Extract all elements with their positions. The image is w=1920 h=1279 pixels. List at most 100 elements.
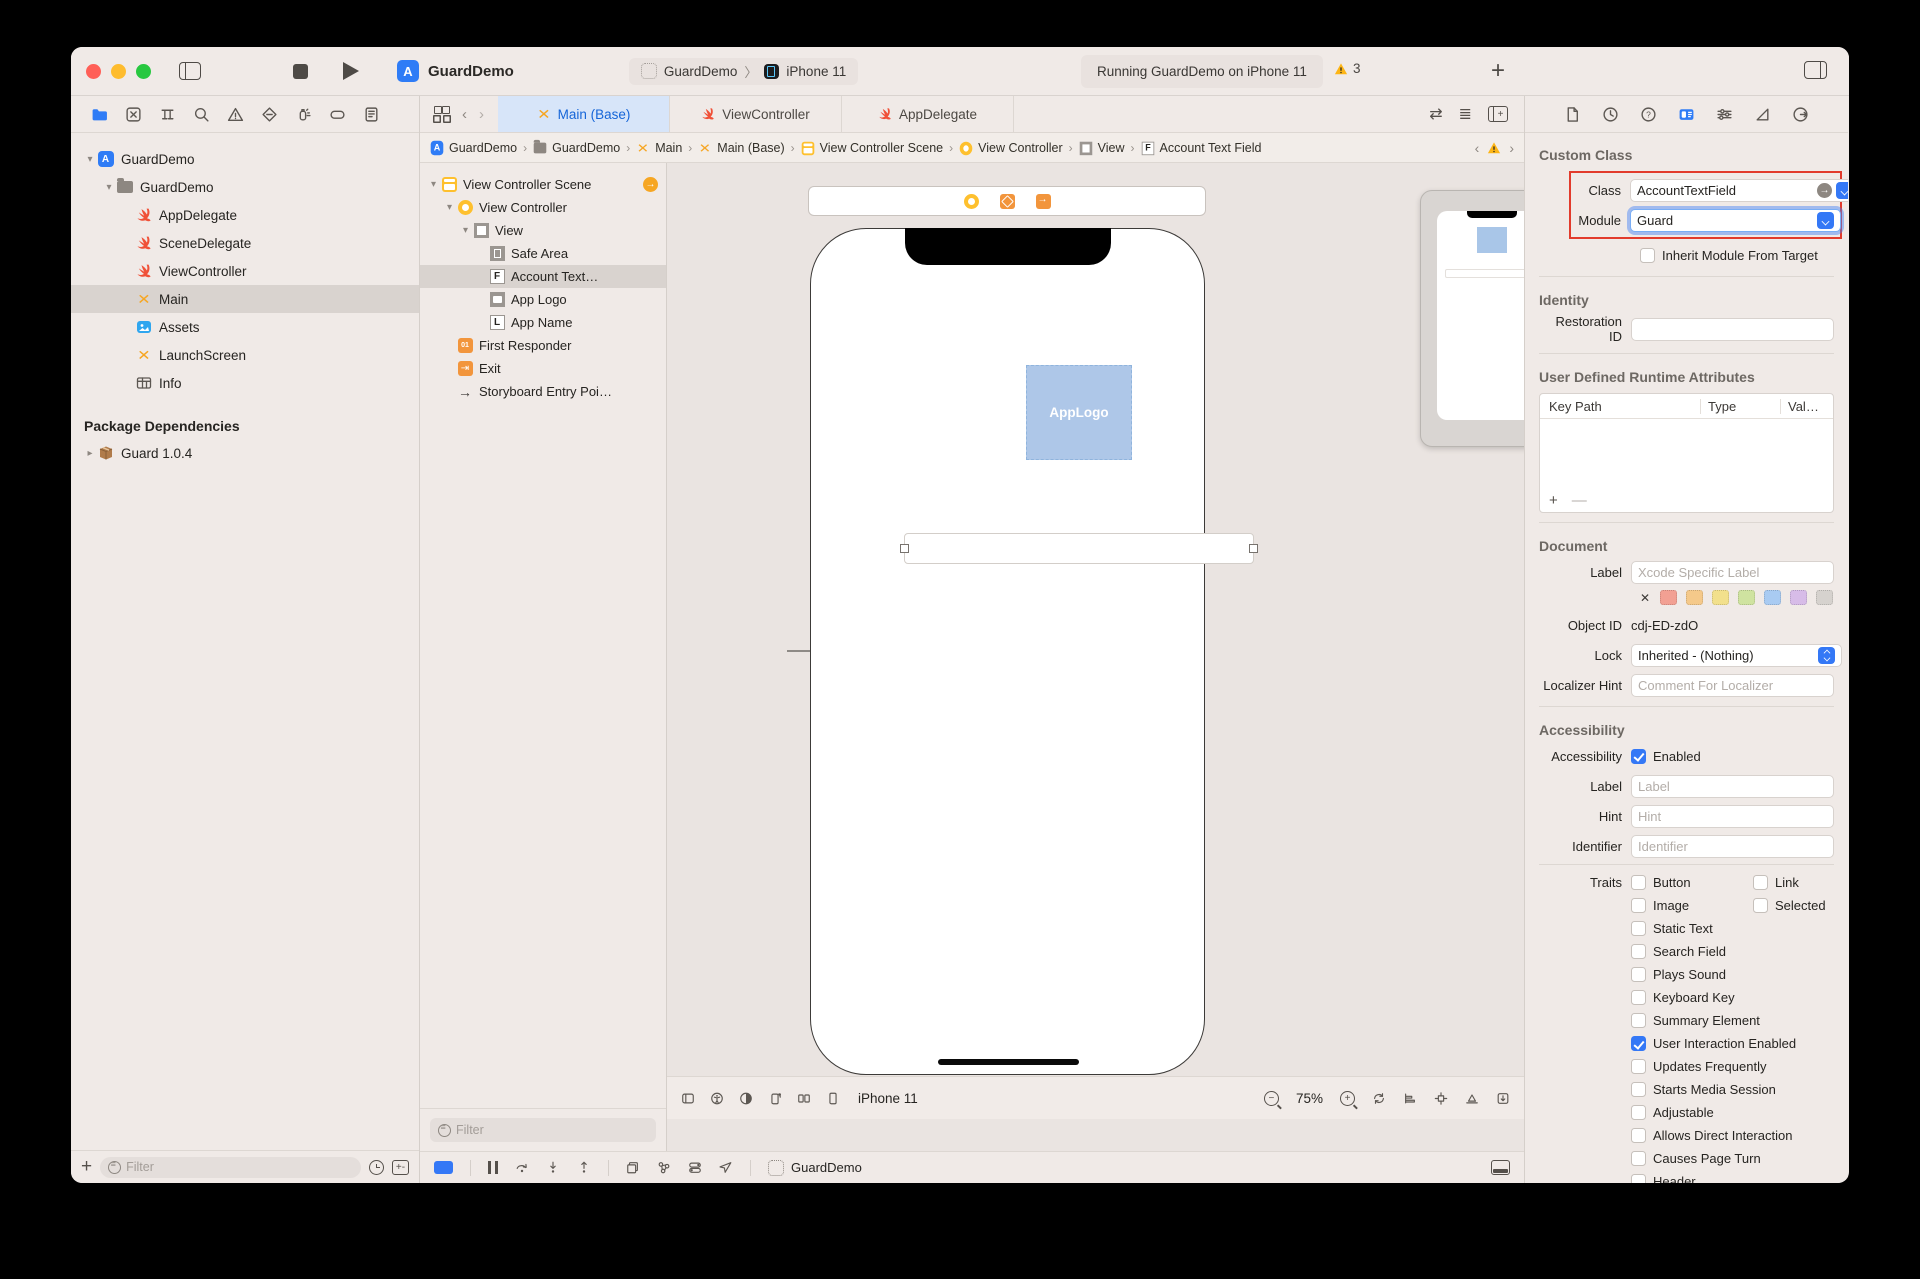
a11y-identifier-input[interactable] bbox=[1638, 838, 1827, 854]
resize-handle-right[interactable] bbox=[1249, 544, 1258, 553]
color-swatch[interactable] bbox=[1712, 590, 1730, 605]
warning-icon[interactable] bbox=[1487, 141, 1501, 155]
step-out-icon[interactable] bbox=[577, 1161, 591, 1175]
trait-image[interactable]: Image bbox=[1631, 898, 1753, 913]
color-swatch[interactable] bbox=[1660, 590, 1678, 605]
tab-viewcontroller[interactable]: ViewController bbox=[670, 96, 842, 132]
outline-filter[interactable] bbox=[430, 1118, 656, 1142]
trait-plays-sound[interactable]: Plays Sound bbox=[1631, 967, 1726, 982]
zoom-level[interactable]: 75% bbox=[1296, 1091, 1323, 1106]
device-icon[interactable] bbox=[826, 1091, 840, 1105]
disclosure-triangle[interactable]: ▾ bbox=[458, 225, 473, 236]
outline-item-storyboard-entry-poi-[interactable]: → Storyboard Entry Poi… bbox=[420, 380, 666, 403]
exit-dock-icon[interactable] bbox=[1035, 193, 1051, 209]
trait-keyboard-key[interactable]: Keyboard Key bbox=[1631, 990, 1735, 1005]
color-swatch[interactable] bbox=[1764, 590, 1782, 605]
udra-table[interactable]: Key Path Type Val… + — bbox=[1539, 393, 1834, 513]
breakpoints-toggle[interactable] bbox=[434, 1161, 453, 1174]
scheme-selector[interactable]: GuardDemo 〉 iPhone 11 bbox=[628, 57, 859, 85]
next-issue-icon[interactable]: › bbox=[1509, 140, 1514, 156]
outline-filter-input[interactable] bbox=[456, 1123, 648, 1137]
toggle-navigator-icon[interactable] bbox=[179, 62, 201, 80]
module-field[interactable] bbox=[1630, 208, 1841, 232]
navigator-filter-input[interactable] bbox=[126, 1160, 353, 1174]
search-icon[interactable] bbox=[193, 106, 210, 123]
trait-checkbox[interactable] bbox=[1631, 875, 1646, 890]
trait-selected[interactable]: Selected bbox=[1753, 898, 1826, 913]
scm-status-filter-icon[interactable]: +- bbox=[392, 1159, 409, 1175]
localizer-hint-field[interactable] bbox=[1631, 673, 1834, 697]
pause-icon[interactable] bbox=[488, 1161, 498, 1174]
disclosure-triangle[interactable]: ▸ bbox=[83, 448, 97, 459]
scheme-destination[interactable]: iPhone 11 bbox=[786, 64, 846, 79]
forward-button[interactable]: › bbox=[479, 106, 484, 123]
trait-updates-frequently[interactable]: Updates Frequently bbox=[1631, 1059, 1766, 1074]
module-input[interactable] bbox=[1637, 212, 1813, 228]
jumpbar-segment[interactable]: View bbox=[1079, 141, 1125, 155]
restoration-id-field[interactable] bbox=[1631, 317, 1834, 341]
symbols-icon[interactable] bbox=[159, 106, 176, 123]
view-controller-dock-icon[interactable] bbox=[963, 193, 979, 209]
outline-item-safe-area[interactable]: Safe Area bbox=[420, 242, 666, 265]
appearance-icon[interactable] bbox=[739, 1091, 753, 1105]
step-over-icon[interactable] bbox=[515, 1161, 529, 1175]
debug-icon[interactable] bbox=[295, 106, 312, 123]
trait-checkbox[interactable] bbox=[1631, 1128, 1646, 1143]
iphone-scene[interactable]: AppLogo bbox=[810, 228, 1258, 1075]
trait-button[interactable]: Button bbox=[1631, 875, 1753, 890]
tests-icon[interactable] bbox=[261, 106, 278, 123]
resize-handle-left[interactable] bbox=[900, 544, 909, 553]
disclosure-triangle[interactable]: ▾ bbox=[442, 202, 457, 213]
new-tab-button[interactable]: + bbox=[1491, 57, 1505, 85]
trait-checkbox[interactable] bbox=[1631, 1151, 1646, 1166]
identity-inspector-icon[interactable] bbox=[1678, 106, 1695, 123]
close-window-button[interactable] bbox=[86, 63, 101, 79]
trait-checkbox[interactable] bbox=[1631, 1105, 1646, 1120]
color-swatch[interactable] bbox=[1816, 590, 1834, 605]
navigator-item-guarddemo[interactable]: ▾ GuardDemo bbox=[71, 173, 419, 201]
jumpbar-segment[interactable]: F Account Text Field bbox=[1141, 141, 1261, 155]
minimize-window-button[interactable] bbox=[111, 63, 126, 79]
class-input[interactable] bbox=[1637, 182, 1813, 198]
navigator-item-info[interactable]: Info bbox=[71, 369, 419, 397]
disclosure-triangle[interactable]: ▾ bbox=[102, 182, 116, 193]
add-constraints-icon[interactable] bbox=[1434, 1091, 1448, 1105]
no-color-icon[interactable]: ✕ bbox=[1640, 591, 1650, 605]
jumpbar-segment[interactable]: ✕ Main bbox=[636, 140, 682, 155]
trait-checkbox[interactable] bbox=[1631, 1013, 1646, 1028]
navigator-item-viewcontroller[interactable]: ViewController bbox=[71, 257, 419, 285]
add-editor-icon[interactable]: + bbox=[1488, 106, 1508, 122]
toggle-inspector-icon[interactable] bbox=[1804, 61, 1827, 79]
trait-checkbox[interactable] bbox=[1631, 1082, 1646, 1097]
a11y-identifier-field[interactable] bbox=[1631, 834, 1834, 858]
outline-item-exit[interactable]: ⇥ Exit bbox=[420, 357, 666, 380]
orientation-icon[interactable] bbox=[768, 1091, 782, 1105]
udra-add-button[interactable]: + bbox=[1549, 492, 1558, 509]
history-inspector-icon[interactable] bbox=[1602, 106, 1619, 123]
reports-icon[interactable] bbox=[363, 106, 380, 123]
trait-allows-direct-interaction[interactable]: Allows Direct Interaction bbox=[1631, 1128, 1792, 1143]
related-items-icon[interactable] bbox=[434, 106, 450, 122]
trait-checkbox[interactable] bbox=[1631, 990, 1646, 1005]
class-dropdown-icon[interactable] bbox=[1836, 181, 1848, 199]
jumpbar-segment[interactable]: View Controller bbox=[959, 141, 1063, 155]
tab-appdelegate[interactable]: AppDelegate bbox=[842, 96, 1014, 132]
file-inspector-icon[interactable] bbox=[1564, 106, 1581, 123]
zoom-out-icon[interactable]: − bbox=[1263, 1090, 1279, 1106]
size-inspector-icon[interactable] bbox=[1754, 106, 1771, 123]
trait-search-field[interactable]: Search Field bbox=[1631, 944, 1726, 959]
breakpoints-icon[interactable] bbox=[329, 106, 346, 123]
trait-checkbox[interactable] bbox=[1631, 1174, 1646, 1183]
trait-checkbox[interactable] bbox=[1753, 875, 1768, 890]
trait-checkbox[interactable] bbox=[1631, 921, 1646, 936]
navigator-filter[interactable] bbox=[100, 1156, 361, 1178]
module-dropdown-icon[interactable] bbox=[1817, 211, 1834, 229]
color-swatch[interactable] bbox=[1790, 590, 1808, 605]
scene-arrow-icon[interactable]: → bbox=[643, 177, 658, 192]
previous-issue-icon[interactable]: ‹ bbox=[1475, 140, 1480, 156]
trait-checkbox[interactable] bbox=[1753, 898, 1768, 913]
lock-dropdown[interactable] bbox=[1631, 643, 1842, 667]
jumpbar-segment[interactable]: ✕ Main (Base) bbox=[698, 140, 784, 155]
trait-link[interactable]: Link bbox=[1753, 875, 1799, 890]
disclosure-triangle[interactable]: ▾ bbox=[83, 154, 97, 165]
